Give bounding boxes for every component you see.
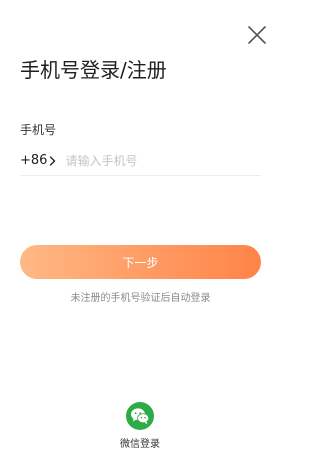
close-button[interactable] bbox=[246, 24, 268, 46]
phone-input-row: +86 bbox=[20, 147, 261, 176]
page-title: 手机号登录/注册 bbox=[20, 58, 167, 82]
country-code-text: +86 bbox=[20, 153, 48, 168]
auto-login-hint: 未注册的手机号验证后自动登录 bbox=[70, 293, 211, 304]
next-button[interactable]: 下一步 bbox=[20, 245, 261, 279]
country-code-selector[interactable]: +86 bbox=[20, 148, 56, 175]
chevron-right-icon bbox=[50, 155, 56, 166]
wechat-login-label: 微信登录 bbox=[120, 439, 160, 450]
phone-label: 手机号 bbox=[20, 123, 57, 137]
wechat-icon bbox=[126, 402, 154, 430]
phone-input[interactable] bbox=[65, 147, 246, 176]
close-icon bbox=[248, 26, 266, 44]
wechat-login-button[interactable]: 微信登录 bbox=[110, 402, 170, 451]
